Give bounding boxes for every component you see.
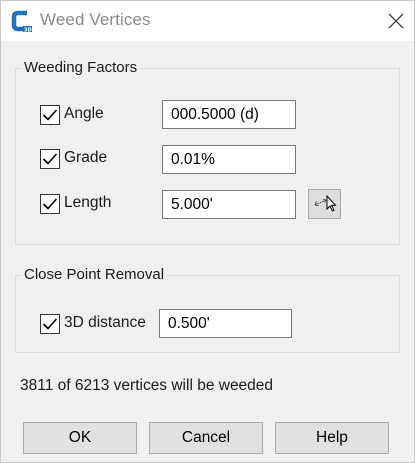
pick-distance-icon [313,192,337,217]
help-button[interactable]: Help [275,422,389,454]
dialog-title: Weed Vertices [40,10,151,29]
length-input[interactable]: 5.000' [162,190,296,219]
angle-checkbox[interactable] [40,105,60,125]
close-point-removal-legend: Close Point Removal [21,266,168,283]
length-checkbox[interactable] [40,194,60,214]
weed-status-text: 3811 of 6213 vertices will be weeded [20,377,274,394]
civil3d-app-icon: 3D [11,9,33,33]
3d-distance-label: 3D distance [64,314,146,331]
weed-vertices-dialog: 3D Weed Vertices Weeding Factors Angle 0… [0,0,415,463]
close-icon[interactable] [382,7,410,35]
grade-input[interactable]: 0.01% [162,145,296,174]
ok-button[interactable]: OK [23,422,137,454]
angle-input[interactable]: 000.5000 (d) [162,100,296,129]
3d-distance-checkbox[interactable] [40,314,60,334]
grade-label: Grade [64,149,108,166]
weeding-factors-legend: Weeding Factors [21,59,141,76]
angle-label: Angle [64,105,104,122]
pick-distance-button[interactable] [308,189,341,219]
grade-checkbox[interactable] [40,149,60,169]
cancel-button[interactable]: Cancel [149,422,263,454]
title-bar: 3D Weed Vertices [1,1,414,41]
3d-distance-input[interactable]: 0.500' [159,309,292,338]
length-label: Length [64,194,112,211]
svg-text:3D: 3D [24,27,32,33]
